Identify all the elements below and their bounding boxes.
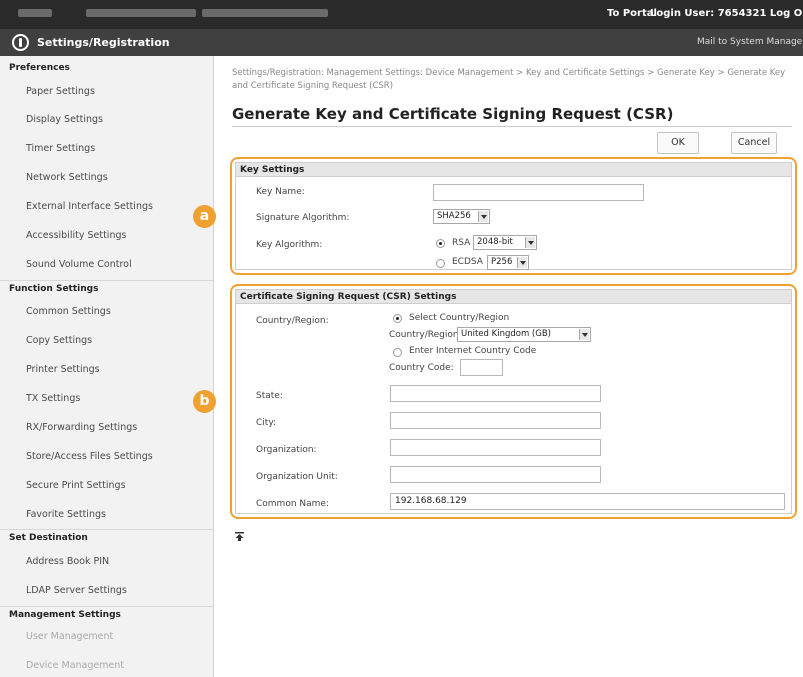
- sidebar-item-rx-forwarding-settings[interactable]: RX/Forwarding Settings: [26, 422, 137, 433]
- select-country-label: Select Country/Region: [409, 313, 510, 323]
- ok-button[interactable]: OK: [657, 132, 699, 154]
- common-name-label: Common Name:: [256, 499, 329, 509]
- callout-marker-b: b: [193, 390, 216, 413]
- breadcrumb: Settings/Registration: Management Settin…: [232, 68, 786, 91]
- organization-label: Organization:: [256, 445, 317, 455]
- sidebar-item-paper-settings[interactable]: Paper Settings: [26, 86, 95, 97]
- sidebar-item-device-management[interactable]: Device Management: [26, 660, 124, 671]
- divider: [232, 126, 792, 127]
- chevron-down-icon: [579, 329, 589, 340]
- key-algorithm-label: Key Algorithm:: [256, 240, 323, 250]
- divider: [0, 606, 213, 607]
- sidebar-item-address-book-pin[interactable]: Address Book PIN: [26, 556, 109, 567]
- state-input[interactable]: [390, 385, 601, 402]
- sidebar-item-secure-print-settings[interactable]: Secure Print Settings: [26, 480, 126, 491]
- chevron-down-icon: [478, 211, 488, 222]
- state-label: State:: [256, 391, 283, 401]
- page-title: Generate Key and Certificate Signing Req…: [232, 105, 674, 123]
- sidebar-item-external-interface-settings[interactable]: External Interface Settings: [26, 201, 153, 212]
- signature-algorithm-value: SHA256: [437, 211, 471, 221]
- country-region-select-label: Country/Region:: [389, 330, 462, 340]
- country-region-select[interactable]: United Kingdom (GB): [457, 327, 591, 342]
- ecdsa-curve-value: P256: [491, 257, 513, 267]
- rsa-key-length-select[interactable]: 2048-bit: [473, 235, 537, 250]
- chevron-down-icon: [525, 237, 535, 248]
- chevron-down-icon: [517, 257, 527, 268]
- key-settings-header: Key Settings: [236, 163, 791, 177]
- sidebar-item-tx-settings[interactable]: TX Settings: [26, 393, 80, 404]
- country-code-input[interactable]: [460, 359, 503, 376]
- sidebar-section-management: Management Settings: [9, 610, 121, 620]
- app-title: Settings/Registration: [37, 36, 170, 49]
- sidebar-item-copy-settings[interactable]: Copy Settings: [26, 335, 92, 346]
- mail-to-system-manager-link[interactable]: Mail to System Manage: [697, 37, 802, 47]
- rsa-radio[interactable]: [436, 239, 445, 248]
- csr-settings-header: Certificate Signing Request (CSR) Settin…: [236, 290, 791, 304]
- country-region-label: Country/Region:: [256, 316, 329, 326]
- sidebar-item-sound-volume-control[interactable]: Sound Volume Control: [26, 259, 132, 270]
- back-to-top-icon[interactable]: [235, 532, 244, 541]
- sidebar-item-accessibility-settings[interactable]: Accessibility Settings: [26, 230, 126, 241]
- sidebar-item-display-settings[interactable]: Display Settings: [26, 114, 103, 125]
- sidebar-item-ldap-server-settings[interactable]: LDAP Server Settings: [26, 585, 127, 596]
- key-name-input[interactable]: [433, 184, 644, 201]
- sidebar-item-network-settings[interactable]: Network Settings: [26, 172, 108, 183]
- select-country-radio[interactable]: [393, 314, 402, 323]
- sidebar-section-preferences: Preferences: [9, 63, 70, 73]
- divider: [0, 529, 213, 530]
- divider: [0, 280, 213, 281]
- sidebar-item-common-settings[interactable]: Common Settings: [26, 306, 111, 317]
- signature-algorithm-label: Signature Algorithm:: [256, 213, 350, 223]
- organization-input[interactable]: [390, 439, 601, 456]
- sidebar-item-printer-settings[interactable]: Printer Settings: [26, 364, 100, 375]
- sidebar: Preferences Paper Settings Display Setti…: [0, 56, 214, 677]
- enter-country-code-radio[interactable]: [393, 348, 402, 357]
- callout-marker-a: a: [193, 205, 216, 228]
- organization-unit-input[interactable]: [390, 466, 601, 483]
- blurred-text: [202, 9, 328, 17]
- country-region-value: United Kingdom (GB): [461, 329, 551, 339]
- ecdsa-radio[interactable]: [436, 259, 445, 268]
- sidebar-item-timer-settings[interactable]: Timer Settings: [26, 143, 95, 154]
- login-user-info[interactable]: Login User: 7654321 Log Ou: [650, 8, 803, 19]
- sidebar-item-favorite-settings[interactable]: Favorite Settings: [26, 509, 106, 520]
- blurred-text: [18, 9, 52, 17]
- rsa-key-length-value: 2048-bit: [477, 237, 513, 247]
- organization-unit-label: Organization Unit:: [256, 472, 338, 482]
- ecdsa-curve-select[interactable]: P256: [487, 255, 529, 270]
- ecdsa-label: ECDSA: [452, 257, 483, 267]
- title-bar: Settings/Registration Mail to System Man…: [0, 29, 803, 56]
- country-code-label: Country Code:: [389, 363, 454, 373]
- sidebar-section-function: Function Settings: [9, 284, 99, 294]
- sidebar-item-user-management[interactable]: User Management: [26, 631, 113, 642]
- blurred-text: [86, 9, 196, 17]
- rsa-label: RSA: [452, 238, 471, 248]
- settings-logo-icon: [12, 34, 29, 51]
- common-name-input[interactable]: 192.168.68.129: [390, 493, 785, 510]
- top-bar: To Portal Login User: 7654321 Log Ou: [0, 0, 803, 29]
- signature-algorithm-select[interactable]: SHA256: [433, 209, 490, 224]
- enter-country-code-label: Enter Internet Country Code: [409, 346, 537, 356]
- city-input[interactable]: [390, 412, 601, 429]
- sidebar-section-set-destination: Set Destination: [9, 533, 88, 543]
- cancel-button[interactable]: Cancel: [731, 132, 777, 154]
- key-name-label: Key Name:: [256, 187, 305, 197]
- city-label: City:: [256, 418, 277, 428]
- sidebar-item-store-access-files-settings[interactable]: Store/Access Files Settings: [26, 451, 153, 462]
